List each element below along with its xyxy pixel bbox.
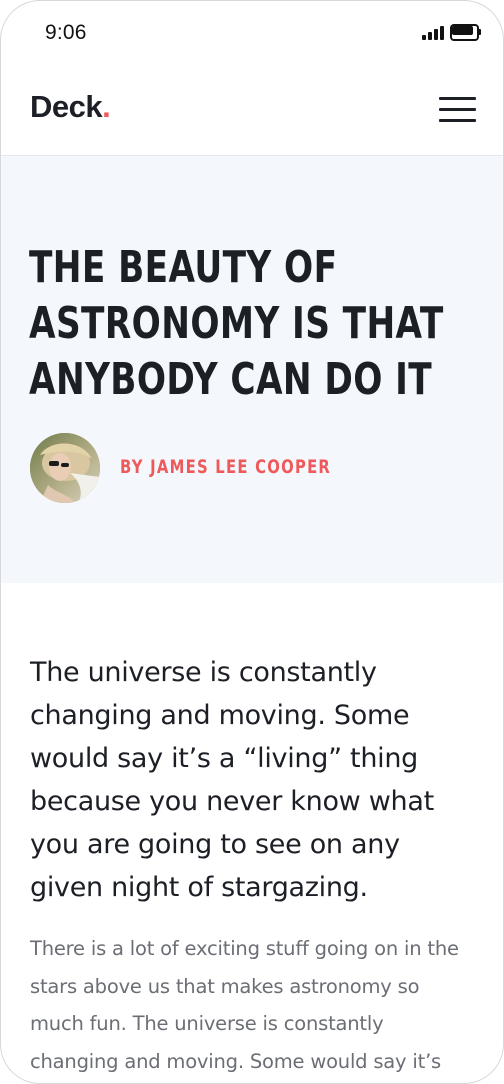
logo[interactable]: Deck.: [30, 89, 111, 125]
article-lead-paragraph: The universe is constantly changing and …: [30, 657, 434, 903]
author-photo-icon: [30, 433, 100, 503]
author-avatar[interactable]: [30, 433, 100, 503]
article-headline: THE BEAUTY OF ASTRONOMY IS THAT ANYBODY …: [29, 242, 444, 405]
article-body-paragraph: There is a lot of exciting stuff going o…: [30, 937, 459, 1073]
logo-dot: .: [102, 89, 111, 124]
battery-icon: [450, 24, 481, 41]
status-time: 9:06: [45, 21, 87, 44]
article-hero: THE BEAUTY OF ASTRONOMY IS THAT ANYBODY …: [1, 156, 503, 583]
cellular-signal-icon: [422, 26, 444, 40]
hamburger-menu-icon[interactable]: [439, 97, 476, 123]
top-navigation: Deck.: [1, 63, 503, 156]
logo-text: Deck: [30, 89, 103, 124]
author-byline[interactable]: BY JAMES LEE COOPER: [120, 456, 331, 478]
status-bar: 9:06: [1, 1, 503, 63]
phone-frame: 9:06 Deck. THE BEAUTY OF ASTRONOMY IS TH…: [0, 0, 504, 1084]
